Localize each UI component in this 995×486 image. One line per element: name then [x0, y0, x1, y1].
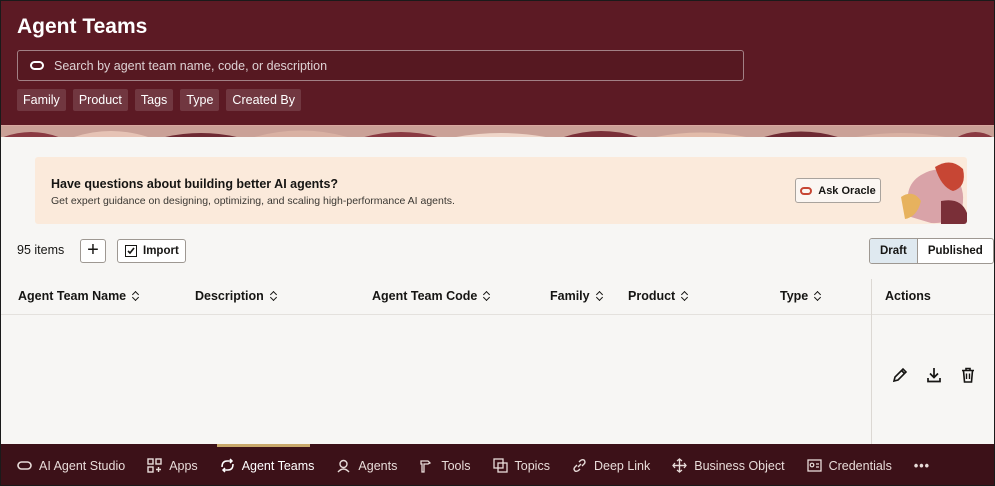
sort-icon[interactable]: [814, 290, 822, 302]
actions-column-divider: [871, 279, 872, 444]
segment-published[interactable]: Published: [918, 239, 993, 263]
bottom-nav: AI Agent Studio Apps Agent Teams Agents …: [17, 458, 952, 473]
item-count: 95 items: [17, 243, 65, 257]
column-header-product[interactable]: Product: [628, 289, 689, 303]
credentials-card-icon: [806, 459, 822, 472]
column-header-actions: Actions: [885, 289, 931, 303]
import-button[interactable]: Import: [117, 239, 186, 263]
nav-agent-teams[interactable]: Agent Teams: [220, 458, 315, 473]
ask-oracle-button[interactable]: Ask Oracle: [795, 178, 881, 203]
nav-apps[interactable]: Apps: [147, 458, 198, 473]
tools-hammer-icon: [420, 460, 432, 473]
active-tab-indicator: [217, 444, 310, 447]
column-label: Agent Team Name: [18, 289, 127, 303]
banner-title: Have questions about building better AI …: [51, 177, 339, 191]
sort-icon[interactable]: [681, 290, 689, 302]
banner-subtitle: Get expert guidance on designing, optimi…: [51, 195, 455, 207]
nav-label: Credentials: [828, 458, 892, 473]
ask-oracle-label: Ask Oracle: [818, 184, 876, 197]
nav-label: Agent Teams: [241, 458, 315, 473]
nav-label: Tools: [441, 458, 471, 473]
segment-draft[interactable]: Draft: [870, 239, 918, 263]
sort-icon[interactable]: [483, 290, 491, 302]
nav-label: Topics: [514, 458, 550, 473]
agent-teams-icon: [220, 458, 234, 473]
nav-tools[interactable]: Tools: [419, 458, 471, 473]
pattern-art: [1, 126, 994, 137]
business-object-icon: [672, 458, 688, 473]
add-button[interactable]: +: [80, 239, 106, 263]
nav-agents[interactable]: Agents: [336, 458, 397, 473]
nav-label: Business Object: [694, 458, 785, 473]
topics-icon: [492, 458, 508, 473]
import-label: Import: [143, 245, 179, 257]
nav-label: Deep Link: [593, 458, 651, 473]
edit-pencil-icon[interactable]: [891, 366, 909, 384]
nav-topics[interactable]: Topics: [492, 458, 550, 473]
app-frame: Agent Teams Search by agent team name, c…: [0, 0, 995, 486]
filter-family[interactable]: Family: [17, 89, 66, 111]
sort-icon[interactable]: [132, 290, 140, 302]
column-label: Product: [628, 289, 676, 303]
filter-product[interactable]: Product: [72, 89, 128, 111]
page-header: Agent Teams Search by agent team name, c…: [1, 1, 994, 125]
sort-icon[interactable]: [270, 290, 278, 302]
nav-label: AI Agent Studio: [39, 458, 126, 473]
filter-type[interactable]: Type: [180, 89, 220, 111]
filter-created-by[interactable]: Created By: [226, 89, 301, 111]
agents-icon: [337, 459, 350, 473]
bottom-nav-bar: AI Agent Studio Apps Agent Teams Agents …: [1, 444, 994, 485]
more-dots-icon: •••: [913, 458, 930, 473]
download-icon[interactable]: [925, 366, 943, 384]
nav-business-object[interactable]: Business Object: [672, 458, 785, 473]
column-header-type[interactable]: Type: [780, 289, 822, 303]
draft-published-toggle: Draft Published: [869, 238, 994, 264]
column-header-agent-team-code[interactable]: Agent Team Code: [372, 289, 491, 303]
nav-credentials[interactable]: Credentials: [806, 458, 892, 473]
column-label: Actions: [885, 289, 931, 303]
sort-icon[interactable]: [596, 290, 604, 302]
nav-label: Agents: [358, 458, 398, 473]
nav-label: Apps: [169, 458, 198, 473]
column-label: Family: [550, 289, 590, 303]
decorative-pattern-strip: [1, 125, 994, 137]
column-header-agent-team-name[interactable]: Agent Team Name: [18, 289, 140, 303]
import-icon: [125, 245, 137, 257]
filter-tags[interactable]: Tags: [134, 89, 174, 111]
delete-trash-icon[interactable]: [959, 366, 977, 384]
link-icon: [573, 458, 586, 473]
column-label: Agent Team Code: [372, 289, 478, 303]
column-header-family[interactable]: Family: [550, 289, 604, 303]
banner-illustration: [901, 162, 967, 224]
column-header-description[interactable]: Description: [195, 289, 278, 303]
nav-ai-agent-studio[interactable]: AI Agent Studio: [17, 458, 125, 473]
search-placeholder: Search by agent team name, code, or desc…: [54, 59, 328, 73]
page-title: Agent Teams: [17, 15, 148, 38]
nav-deep-link[interactable]: Deep Link: [572, 458, 650, 473]
column-label: Type: [780, 289, 809, 303]
table-header: Agent Team Name Description Agent Team C…: [1, 279, 994, 315]
promo-banner: Have questions about building better AI …: [35, 157, 967, 224]
oracle-logo-icon: [30, 61, 44, 70]
filter-chips: Family Product Tags Type Created By: [17, 89, 301, 111]
column-label: Description: [195, 289, 264, 303]
more-menu-button[interactable]: •••: [914, 458, 930, 473]
row-actions: [891, 366, 977, 384]
apps-grid-icon: [147, 458, 162, 473]
oracle-logo-icon: [17, 461, 32, 470]
search-input[interactable]: Search by agent team name, code, or desc…: [17, 50, 744, 81]
oracle-logo-icon: [800, 186, 813, 195]
